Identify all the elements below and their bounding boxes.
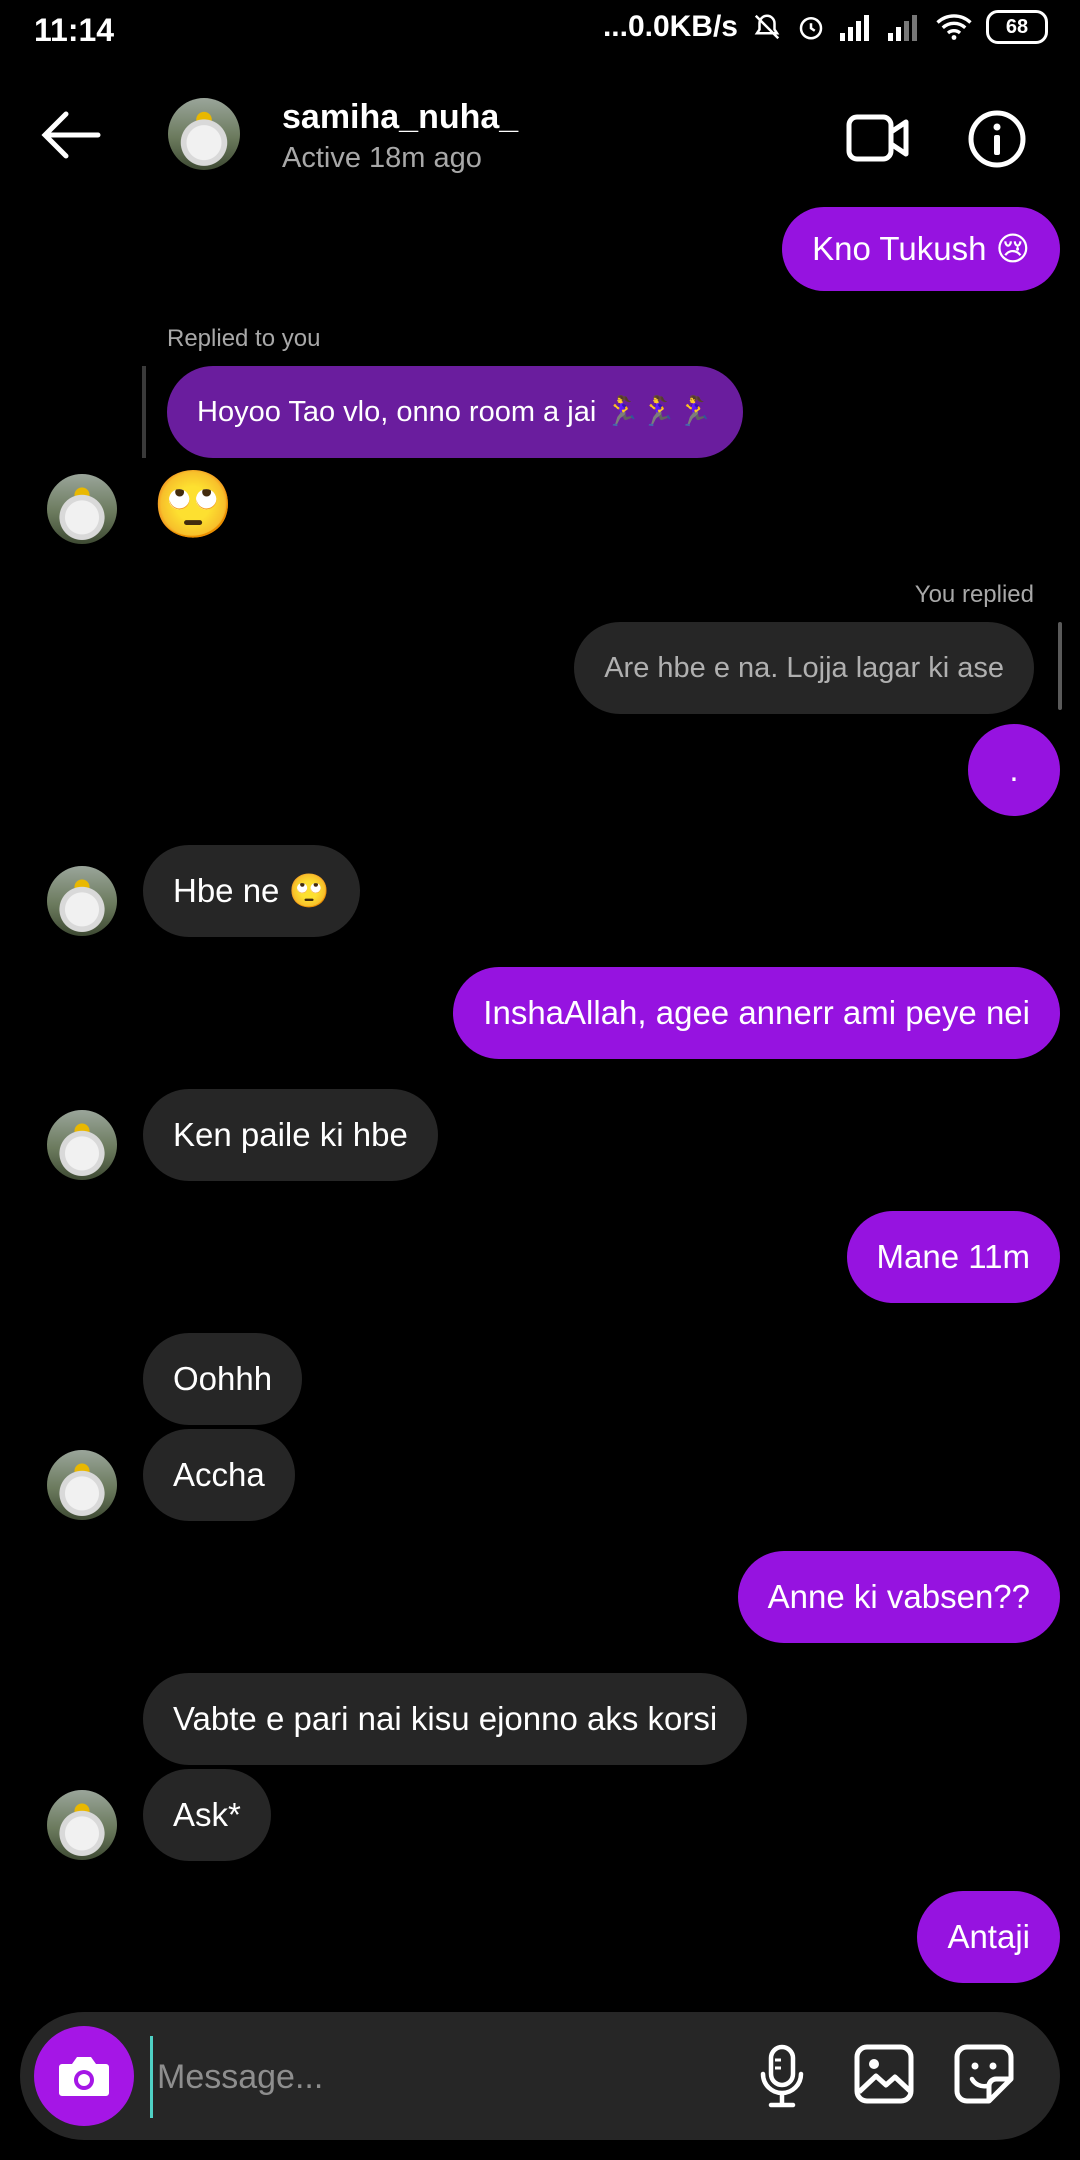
wifi-icon <box>936 14 972 40</box>
message-bubble[interactable]: Hbe ne 🙄 <box>143 845 360 937</box>
camera-button[interactable] <box>34 2026 134 2126</box>
quoted-message[interactable]: Hoyoo Tao vlo, onno room a jai 🏃‍♀️🏃‍♀️🏃… <box>167 366 743 458</box>
active-status: Active 18m ago <box>282 142 482 174</box>
quoted-text: Are hbe e na. Lojja lagar ki ase <box>604 651 1004 684</box>
you-replied-label: You replied <box>914 581 1034 608</box>
message-text: Antaji <box>947 1918 1030 1956</box>
message-bubble[interactable]: Vabte e pari nai kisu ejonno aks korsi <box>143 1673 748 1765</box>
quoted-message[interactable]: Are hbe e na. Lojja lagar ki ase <box>574 622 1034 714</box>
avatar[interactable] <box>47 1790 117 1860</box>
quoted-text: Hoyoo Tao vlo, onno room a jai 🏃‍♀️🏃‍♀️🏃… <box>197 395 713 428</box>
message-bubble[interactable]: . <box>968 724 1060 816</box>
status-time: 11:14 <box>34 12 115 48</box>
message-text: Mane 11m <box>876 1238 1030 1276</box>
message-text: Vabte e pari nai kisu ejonno aks korsi <box>173 1700 718 1738</box>
alarm-icon <box>799 17 823 40</box>
signal-icon <box>840 15 869 41</box>
message-input[interactable] <box>150 2036 719 2118</box>
message-bubble[interactable]: Antaji <box>917 1891 1060 1983</box>
avatar[interactable] <box>47 1110 117 1180</box>
message-bubble[interactable]: Ken paile ki hbe <box>143 1089 438 1181</box>
message-composer <box>20 2012 1060 2140</box>
avatar[interactable] <box>47 1450 117 1520</box>
message-bubble[interactable]: Kno Tukush 😢 <box>782 207 1060 291</box>
message-bubble[interactable]: Accha <box>143 1429 295 1521</box>
microphone-icon[interactable] <box>757 2044 807 2108</box>
message-text: Accha <box>173 1456 265 1494</box>
reply-line <box>1058 622 1062 710</box>
net-speed: ...0.0KB/s <box>602 10 738 43</box>
avatar[interactable] <box>47 866 117 936</box>
signal-icon-2 <box>888 15 917 41</box>
avatar[interactable] <box>47 474 117 544</box>
reply-line <box>142 366 146 458</box>
message-text: InshaAllah, agee annerr ami peye nei <box>483 994 1030 1032</box>
message-bubble[interactable]: Anne ki vabsen?? <box>737 1551 1060 1643</box>
message-text: . <box>1009 751 1019 789</box>
message-text: Hbe ne 🙄 <box>173 872 330 910</box>
avatar[interactable] <box>168 98 240 170</box>
message-text: Ken paile ki hbe <box>173 1116 408 1154</box>
status-bar: 11:14 ...0.0KB/s 68 <box>0 0 1080 62</box>
message-text: Kno Tukush 😢 <box>812 230 1030 268</box>
chat-username[interactable]: samiha_nuha_ <box>282 98 518 137</box>
emoji-message[interactable]: 🙄 <box>152 466 234 544</box>
chat-header: samiha_nuha_ Active 18m ago <box>0 62 1080 212</box>
camera-icon <box>59 2057 109 2096</box>
sticker-icon[interactable] <box>954 2044 1014 2104</box>
replied-label: Replied to you <box>167 325 321 352</box>
message-text: Oohhh <box>173 1360 273 1398</box>
message-bubble[interactable]: Mane 11m <box>846 1211 1060 1303</box>
message-bubble[interactable]: InshaAllah, agee annerr ami peye nei <box>453 967 1060 1059</box>
gallery-icon[interactable] <box>854 2044 914 2104</box>
info-icon[interactable] <box>968 110 1026 168</box>
message-bubble[interactable]: Ask* <box>143 1769 271 1861</box>
mute-bell-icon <box>754 14 780 40</box>
video-call-icon[interactable] <box>846 112 910 164</box>
back-arrow-icon[interactable] <box>40 110 102 160</box>
message-text: Anne ki vabsen?? <box>767 1578 1030 1616</box>
message-bubble[interactable]: Oohhh <box>143 1333 303 1425</box>
message-text: Ask* <box>173 1796 241 1834</box>
status-icons: ...0.0KB/s 68 <box>603 10 1048 44</box>
battery-indicator: 68 <box>986 10 1048 44</box>
